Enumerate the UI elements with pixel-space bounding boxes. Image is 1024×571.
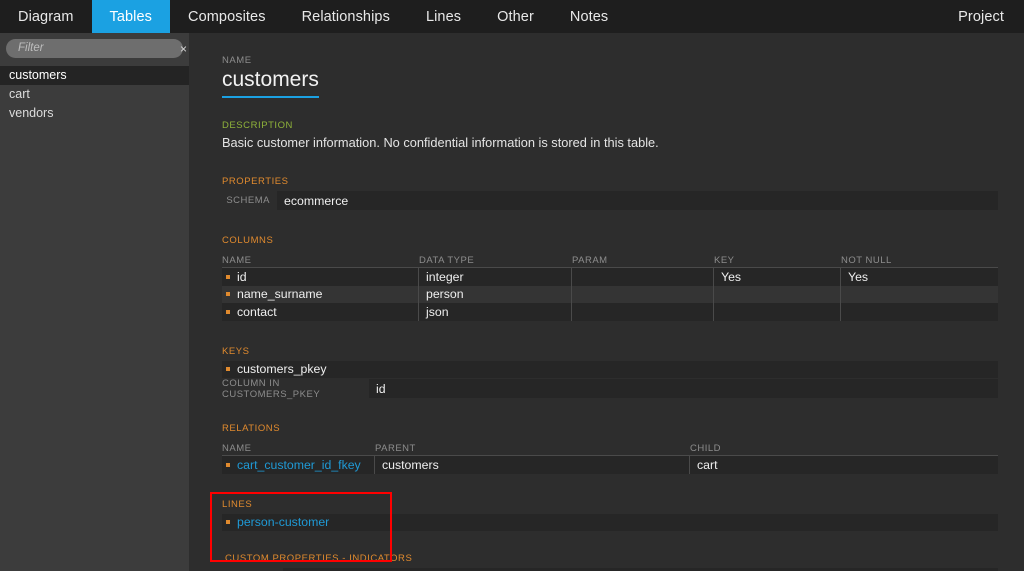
properties-section: PROPERTIES SCHEMA ecommerce: [222, 176, 1024, 210]
properties-heading: PROPERTIES: [222, 176, 289, 187]
line-row[interactable]: person-customer: [222, 513, 998, 531]
tab-composites[interactable]: Composites: [170, 0, 284, 33]
tab-tables[interactable]: Tables: [91, 0, 171, 33]
schema-label: SCHEMA: [222, 191, 277, 210]
line-name-link[interactable]: person-customer: [237, 515, 329, 529]
columns-section: COLUMNS NAME DATA TYPE PARAM KEY NOT NUL…: [222, 235, 1024, 321]
column-name-cell: contact: [222, 303, 419, 321]
column-param-cell: [572, 268, 714, 286]
column-param-cell: [572, 303, 714, 321]
sidebar: × customers cart vendors: [0, 33, 189, 571]
columns-heading: COLUMNS: [222, 235, 274, 246]
column-header-data-type: DATA TYPE: [419, 255, 475, 266]
column-header-key: KEY: [714, 255, 735, 266]
column-name-cell: id: [222, 268, 419, 286]
name-section: NAME customers: [222, 33, 1024, 98]
description-section: DESCRIPTION Basic customer information. …: [222, 120, 1024, 151]
custom-properties-section: CUSTOM PROPERTIES - INDICATORS PROGRESS …: [222, 553, 1024, 571]
keys-heading: KEYS: [222, 345, 250, 357]
tab-notes[interactable]: Notes: [552, 0, 626, 33]
bullet-icon: [226, 309, 230, 314]
property-row-schema: SCHEMA ecommerce: [222, 191, 998, 210]
keys-section: KEYS customers_pkey COLUMN IN CUSTOMERS_…: [222, 345, 1024, 400]
lines-section: LINES person-customer: [222, 498, 1024, 531]
relation-name-link[interactable]: cart_customer_id_fkey: [237, 458, 361, 472]
column-key-cell: Yes: [714, 268, 841, 286]
relation-name-cell: cart_customer_id_fkey: [222, 456, 375, 474]
bullet-icon: [226, 462, 230, 467]
tab-relationships[interactable]: Relationships: [284, 0, 408, 33]
relations-section: RELATIONS NAME PARENT CHILD cart_custome…: [222, 423, 1024, 474]
relations-grid: NAME PARENT CHILD cart_customer_id_fkey …: [222, 438, 998, 474]
key-column-label: COLUMN IN CUSTOMERS_PKEY: [222, 378, 369, 400]
bullet-icon: [226, 520, 230, 525]
close-icon[interactable]: ×: [180, 40, 187, 58]
relation-header-parent: PARENT: [375, 443, 416, 454]
page-title: customers: [222, 67, 319, 98]
key-column-row: COLUMN IN CUSTOMERS_PKEY id: [222, 378, 998, 400]
column-name-cell: name_surname: [222, 285, 419, 303]
column-header-not-null: NOT NULL: [841, 255, 892, 266]
detail-panel: NAME customers DESCRIPTION Basic custome…: [189, 33, 1024, 571]
lines-heading: LINES: [222, 498, 253, 510]
tab-other[interactable]: Other: [479, 0, 552, 33]
name-label: NAME: [222, 55, 252, 66]
key-row[interactable]: customers_pkey: [222, 360, 998, 378]
table-row[interactable]: id integer Yes Yes: [222, 268, 998, 286]
custom-properties-heading: CUSTOM PROPERTIES - INDICATORS: [225, 553, 413, 564]
relations-heading: RELATIONS: [222, 423, 281, 434]
column-key-cell: [714, 285, 841, 303]
column-not-null-cell: [841, 286, 998, 304]
relations-grid-header: NAME PARENT CHILD: [222, 438, 998, 456]
table-row[interactable]: contact json: [222, 303, 998, 321]
column-data-type-link[interactable]: person: [419, 285, 572, 303]
list-item-cart[interactable]: cart: [0, 85, 189, 104]
table-row[interactable]: cart_customer_id_fkey customers cart: [222, 456, 998, 474]
bullet-icon: [226, 367, 230, 372]
column-data-type-cell: json: [419, 303, 572, 321]
tab-lines[interactable]: Lines: [408, 0, 479, 33]
description-label: DESCRIPTION: [222, 120, 293, 131]
key-column-value: id: [369, 379, 998, 398]
column-not-null-cell: Yes: [848, 269, 869, 284]
column-data-type-cell: integer: [419, 268, 572, 286]
column-name-text: id: [237, 269, 247, 284]
description-value: Basic customer information. No confident…: [222, 135, 659, 150]
key-name: customers_pkey: [237, 362, 327, 377]
column-header-name: NAME: [222, 255, 252, 266]
columns-grid: NAME DATA TYPE PARAM KEY NOT NULL id int…: [222, 250, 998, 321]
relation-child-link[interactable]: cart: [690, 456, 998, 474]
columns-grid-header: NAME DATA TYPE PARAM KEY NOT NULL: [222, 250, 998, 268]
list-item-vendors[interactable]: vendors: [0, 104, 189, 123]
relation-header-child: CHILD: [690, 443, 722, 454]
filter-box[interactable]: ×: [6, 39, 187, 58]
relation-header-name: NAME: [222, 443, 252, 454]
list-item-customers[interactable]: customers: [0, 66, 189, 85]
column-param-cell: [572, 285, 714, 303]
table-list: customers cart vendors: [0, 66, 189, 123]
column-name-text: name_surname: [237, 287, 323, 302]
bullet-icon: [226, 274, 230, 279]
column-key-cell: [714, 303, 841, 321]
relation-parent-link[interactable]: customers: [375, 456, 690, 474]
tab-project[interactable]: Project: [940, 0, 1024, 33]
column-name-text: contact: [237, 304, 277, 319]
top-tab-bar: Diagram Tables Composites Relationships …: [0, 0, 1024, 33]
bullet-icon: [226, 292, 230, 297]
filter-input[interactable]: [6, 40, 180, 57]
tab-diagram[interactable]: Diagram: [0, 0, 92, 33]
column-not-null-cell: [841, 303, 998, 321]
table-row[interactable]: name_surname person: [222, 285, 998, 304]
schema-value: ecommerce: [277, 191, 998, 210]
column-header-param: PARAM: [572, 255, 608, 266]
app-window: Diagram Tables Composites Relationships …: [0, 0, 1024, 571]
